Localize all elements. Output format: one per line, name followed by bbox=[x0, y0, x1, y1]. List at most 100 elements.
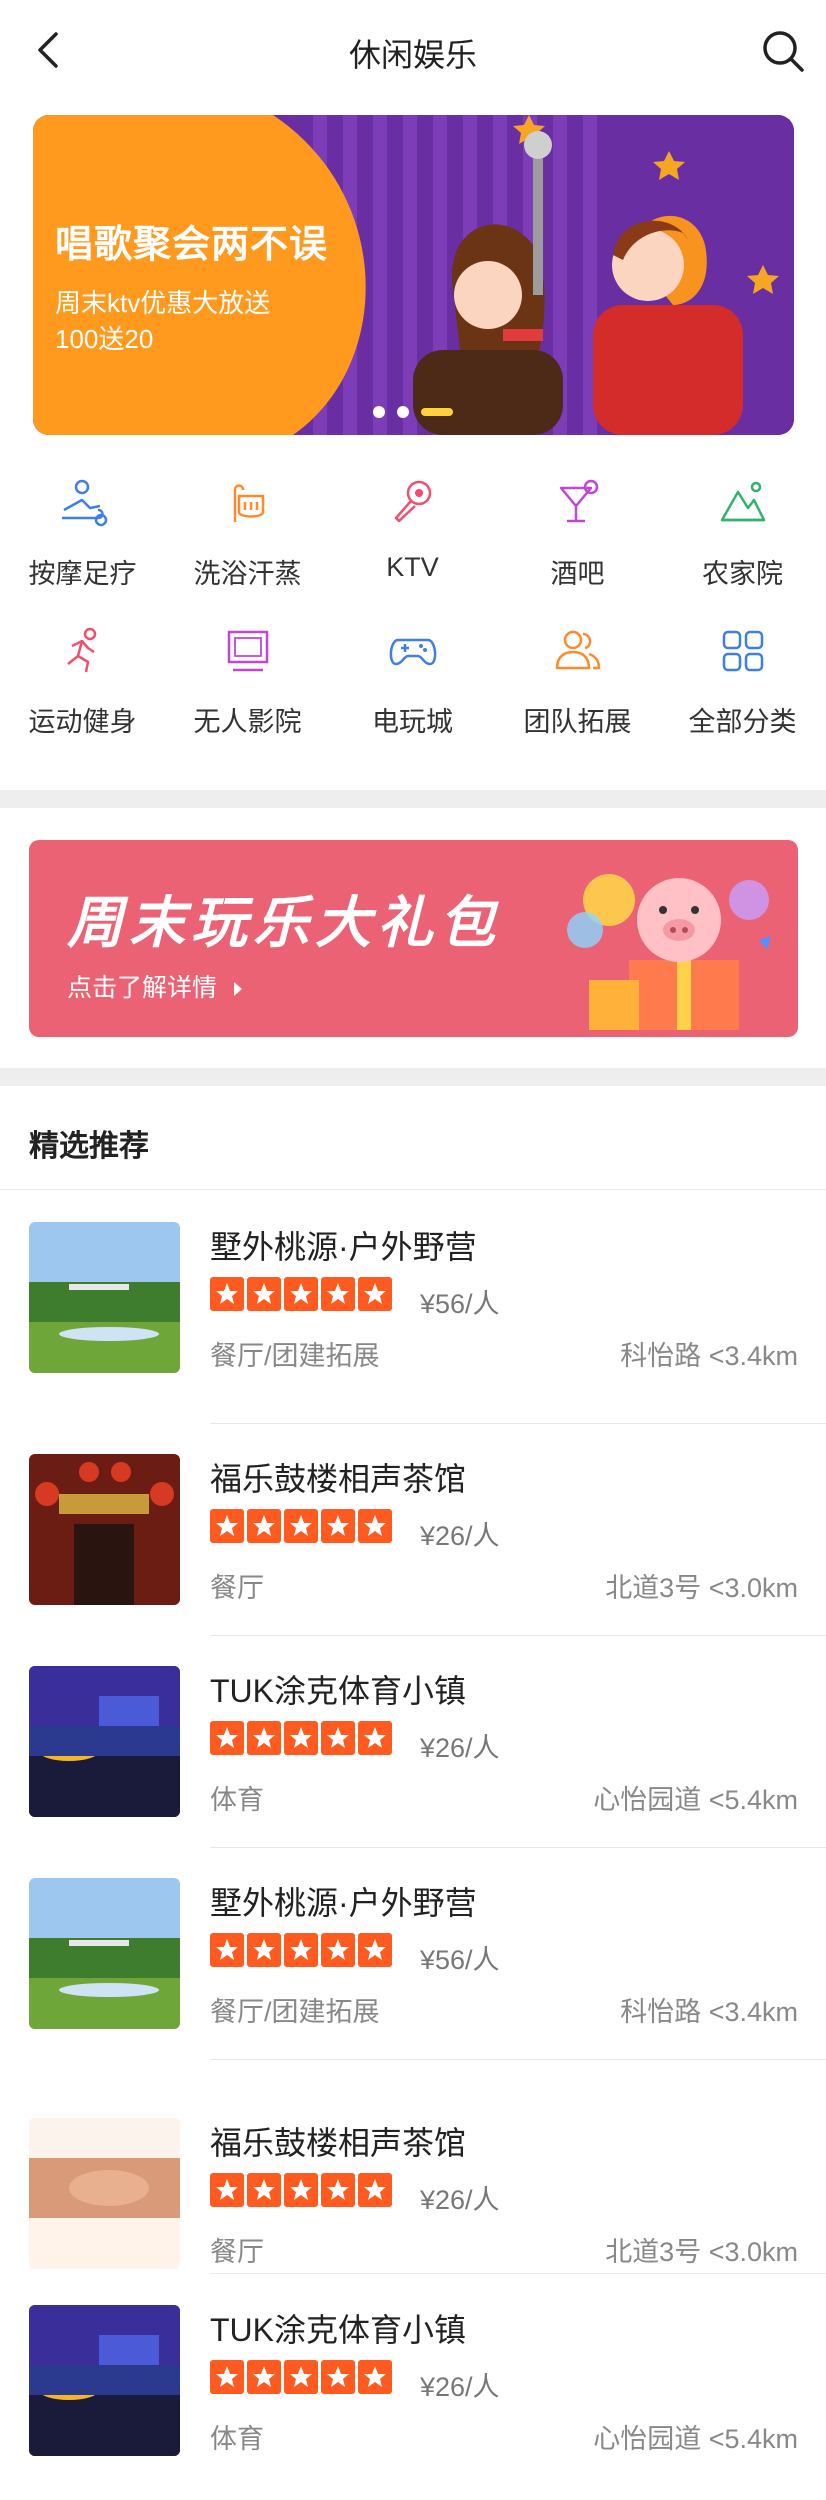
category-cinema[interactable]: 无人影院 bbox=[165, 626, 330, 737]
item-distance: 科怡路 <3.4km bbox=[620, 1997, 798, 2027]
banner-subtitle: 周末ktv优惠大放送 bbox=[55, 288, 271, 318]
star-icon bbox=[321, 1933, 355, 1967]
banner-offer: 100送20 bbox=[55, 324, 154, 354]
category-fitness[interactable]: 运动健身 bbox=[0, 626, 165, 737]
category-all[interactable]: 全部分类 bbox=[660, 626, 825, 737]
category-ktv[interactable]: KTV bbox=[330, 478, 495, 588]
promo-title: 周末玩乐大礼包 bbox=[67, 891, 501, 954]
top-bar: 休闲娱乐 bbox=[0, 0, 826, 104]
item-category: 体育 bbox=[210, 2424, 264, 2454]
rating-stars bbox=[210, 1721, 392, 1755]
item-distance: 北道3号 <3.0km bbox=[605, 1573, 798, 1603]
item-name[interactable]: 福乐鼓楼相声茶馆 bbox=[210, 1454, 466, 1500]
grid-icon bbox=[722, 630, 764, 672]
gamepad-icon bbox=[389, 638, 437, 666]
star-icon bbox=[284, 2173, 318, 2207]
item-price: ¥26/人 bbox=[420, 2185, 500, 2215]
item-thumbnail[interactable] bbox=[29, 2118, 180, 2269]
section-divider bbox=[0, 1068, 826, 1086]
gift-pig-illustration bbox=[567, 874, 771, 1030]
item-distance: 心怡园道 <5.4km bbox=[593, 2424, 798, 2454]
list-item[interactable]: 墅外桃源·户外野营 ¥56/人 餐厅/团建拓展 科怡路 <3.4km bbox=[0, 1848, 826, 2060]
ktv-banner[interactable]: 唱歌聚会两不误 周末ktv优惠大放送 100送20 bbox=[33, 115, 794, 435]
banner-illustration bbox=[33, 115, 794, 435]
banner-title: 唱歌聚会两不误 bbox=[55, 224, 329, 266]
star-icon bbox=[210, 1277, 244, 1311]
item-name[interactable]: 墅外桃源·户外野营 bbox=[210, 1222, 477, 1268]
star-icon bbox=[210, 2173, 244, 2207]
item-name[interactable]: TUK涂克体育小镇 bbox=[210, 1666, 466, 1712]
microphone-icon bbox=[394, 480, 432, 523]
category-label: 团队拓展 bbox=[523, 707, 632, 737]
rating-stars bbox=[210, 1277, 392, 1311]
star-icon bbox=[284, 2360, 318, 2394]
list-item[interactable]: TUK涂克体育小镇 ¥26/人 体育 心怡园道 <5.4km bbox=[0, 1636, 826, 1848]
search-icon[interactable] bbox=[760, 28, 806, 74]
item-divider bbox=[210, 2273, 826, 2274]
section-title: 精选推荐 bbox=[29, 1130, 149, 1163]
star-icon bbox=[247, 2360, 281, 2394]
star-icon bbox=[321, 1277, 355, 1311]
rating-stars bbox=[210, 2360, 392, 2394]
category-farm[interactable]: 农家院 bbox=[660, 478, 825, 589]
category-label: KTV bbox=[386, 552, 439, 582]
promo-banner[interactable]: 周末玩乐大礼包 点击了解详情 bbox=[29, 840, 798, 1037]
item-divider bbox=[210, 2059, 826, 2060]
category-grid: 按摩足疗 洗浴汗蒸 KTV 酒吧 农家院 运动健身 无人影院 电玩城 团队拓展 … bbox=[0, 478, 826, 758]
item-distance: 心怡园道 <5.4km bbox=[593, 1785, 798, 1815]
item-thumbnail[interactable] bbox=[29, 2305, 180, 2456]
chevron-right-icon bbox=[233, 982, 242, 997]
star-icon bbox=[321, 2360, 355, 2394]
carousel-dot-active[interactable] bbox=[421, 408, 453, 416]
category-label: 农家院 bbox=[702, 559, 783, 589]
category-label: 按摩足疗 bbox=[28, 559, 137, 589]
item-distance: 科怡路 <3.4km bbox=[620, 1341, 798, 1371]
item-category: 餐厅/团建拓展 bbox=[210, 1341, 380, 1371]
cinema-icon bbox=[227, 630, 269, 672]
star-icon bbox=[321, 1509, 355, 1543]
list-item[interactable]: TUK涂克体育小镇 ¥26/人 体育 心怡园道 <5.4km bbox=[0, 2275, 826, 2487]
carousel-dot[interactable] bbox=[397, 406, 409, 418]
category-massage[interactable]: 按摩足疗 bbox=[0, 478, 165, 589]
item-category: 餐厅 bbox=[210, 2237, 264, 2267]
item-price: ¥26/人 bbox=[420, 1733, 500, 1763]
rating-stars bbox=[210, 1933, 392, 1967]
star-icon bbox=[284, 1509, 318, 1543]
promo-link-label: 点击了解详情 bbox=[67, 974, 218, 1002]
page-title: 休闲娱乐 bbox=[348, 37, 477, 73]
rating-stars bbox=[210, 2173, 392, 2207]
carousel-dot[interactable] bbox=[373, 406, 385, 418]
star-icon bbox=[321, 2173, 355, 2207]
item-category: 餐厅 bbox=[210, 1573, 264, 1603]
item-price: ¥56/人 bbox=[420, 1945, 500, 1975]
star-icon bbox=[358, 2173, 392, 2207]
star-icon bbox=[284, 1933, 318, 1967]
star-icon bbox=[321, 1721, 355, 1755]
list-item[interactable]: 墅外桃源·户外野营 ¥56/人 餐厅/团建拓展 科怡路 <3.4km bbox=[0, 1190, 826, 1424]
item-thumbnail[interactable] bbox=[29, 1878, 180, 2029]
item-name[interactable]: TUK涂克体育小镇 bbox=[210, 2305, 466, 2351]
cocktail-icon bbox=[559, 479, 599, 523]
category-arcade[interactable]: 电玩城 bbox=[330, 626, 495, 737]
category-bar[interactable]: 酒吧 bbox=[495, 478, 660, 589]
category-label: 洗浴汗蒸 bbox=[193, 559, 302, 589]
team-icon bbox=[555, 630, 601, 670]
item-thumbnail[interactable] bbox=[29, 1666, 180, 1817]
item-thumbnail[interactable] bbox=[29, 1222, 180, 1373]
category-bath[interactable]: 洗浴汗蒸 bbox=[165, 478, 330, 589]
item-name[interactable]: 墅外桃源·户外野营 bbox=[210, 1878, 477, 1924]
item-name[interactable]: 福乐鼓楼相声茶馆 bbox=[210, 2118, 466, 2164]
star-icon bbox=[358, 1933, 392, 1967]
list-item[interactable]: 福乐鼓楼相声茶馆 ¥26/人 餐厅 北道3号 <3.0km bbox=[0, 2062, 826, 2274]
list-item[interactable]: 福乐鼓楼相声茶馆 ¥26/人餐厅 北道3号 <3.0km bbox=[0, 1424, 826, 1636]
star-icon bbox=[247, 1277, 281, 1311]
star-icon bbox=[247, 1509, 281, 1543]
star-icon bbox=[210, 2360, 244, 2394]
item-price: ¥26/人 bbox=[420, 1521, 500, 1551]
item-thumbnail[interactable] bbox=[29, 1454, 180, 1605]
category-team[interactable]: 团队拓展 bbox=[495, 626, 660, 737]
promo-details-link[interactable]: 点击了解详情 bbox=[67, 968, 242, 1004]
carousel-indicator[interactable] bbox=[373, 405, 453, 419]
category-label: 酒吧 bbox=[550, 559, 605, 589]
massage-icon bbox=[62, 479, 108, 527]
